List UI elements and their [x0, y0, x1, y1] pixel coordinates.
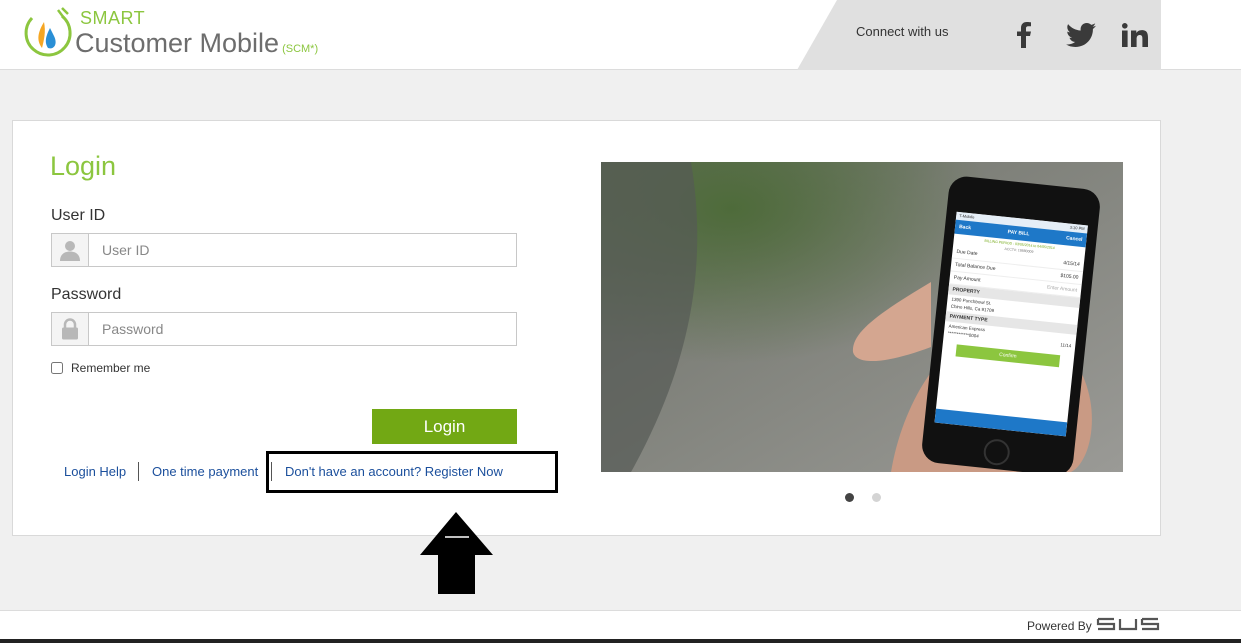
userid-input[interactable]	[90, 234, 516, 266]
hero-photo: T-Mobile 3:10 PM Back PAY BILL Cancel BI…	[601, 162, 1123, 472]
linkedin-icon[interactable]	[1118, 18, 1152, 52]
phone-home-button	[982, 437, 1012, 467]
password-field	[51, 312, 517, 346]
phone-balance-value: $105.00	[1060, 272, 1079, 281]
annotation-highlight-box	[266, 451, 558, 493]
link-divider	[138, 462, 139, 481]
lock-icon	[52, 313, 89, 345]
brand-title: Customer Mobile (SCM*)	[75, 28, 318, 59]
brand-small-text: SMART	[80, 8, 146, 28]
remember-me-checkbox[interactable]	[51, 362, 63, 374]
phone-cancel: Cancel	[1065, 235, 1083, 243]
annotation-up-arrow-icon	[420, 512, 493, 594]
login-help-link[interactable]: Login Help	[64, 464, 126, 479]
remember-me-label: Remember me	[71, 361, 151, 375]
connect-label: Connect with us	[856, 24, 949, 39]
phone-due-label: Due Date	[956, 248, 978, 258]
phone-pay-placeholder: Enter Amount	[1046, 284, 1078, 294]
carousel-dot-1[interactable]	[845, 493, 854, 502]
facebook-icon[interactable]	[1006, 18, 1040, 52]
carousel-dot-2[interactable]	[872, 493, 881, 502]
connect-panel	[797, 0, 1161, 70]
password-input[interactable]	[90, 313, 516, 345]
phone-screen: T-Mobile 3:10 PM Back PAY BILL Cancel BI…	[934, 211, 1088, 437]
phone-pay-label: Pay Amount	[953, 274, 981, 284]
brand-title-text: Customer Mobile	[75, 28, 280, 58]
phone-title: PAY BILL	[1007, 229, 1030, 238]
brand-suffix: (SCM*)	[282, 43, 319, 55]
phone-due-value: 4/15/14	[1062, 260, 1081, 268]
one-time-payment-link[interactable]: One time payment	[152, 464, 258, 479]
phone-balance-label: Total Balance Due	[954, 261, 996, 273]
remember-me[interactable]: Remember me	[51, 361, 150, 375]
twitter-icon[interactable]	[1064, 18, 1098, 52]
phone-confirm-button: Confirm	[955, 344, 1061, 368]
user-icon	[52, 234, 89, 266]
userid-field	[51, 233, 517, 267]
phone-card-exp: 11/14	[1060, 342, 1072, 349]
phone-device: T-Mobile 3:10 PM Back PAY BILL Cancel BI…	[920, 174, 1102, 472]
powered-by-label: Powered By	[1027, 619, 1092, 633]
userid-label: User ID	[51, 207, 106, 224]
sus-logo-icon	[1096, 617, 1160, 631]
login-button[interactable]: Login	[372, 409, 517, 444]
login-title: Login	[50, 151, 117, 181]
phone-back: Back	[958, 224, 972, 232]
password-label: Password	[51, 286, 122, 303]
scm-logo-icon	[24, 7, 72, 57]
taskbar-strip	[0, 639, 1241, 643]
phone-tab-bar	[934, 408, 1068, 437]
